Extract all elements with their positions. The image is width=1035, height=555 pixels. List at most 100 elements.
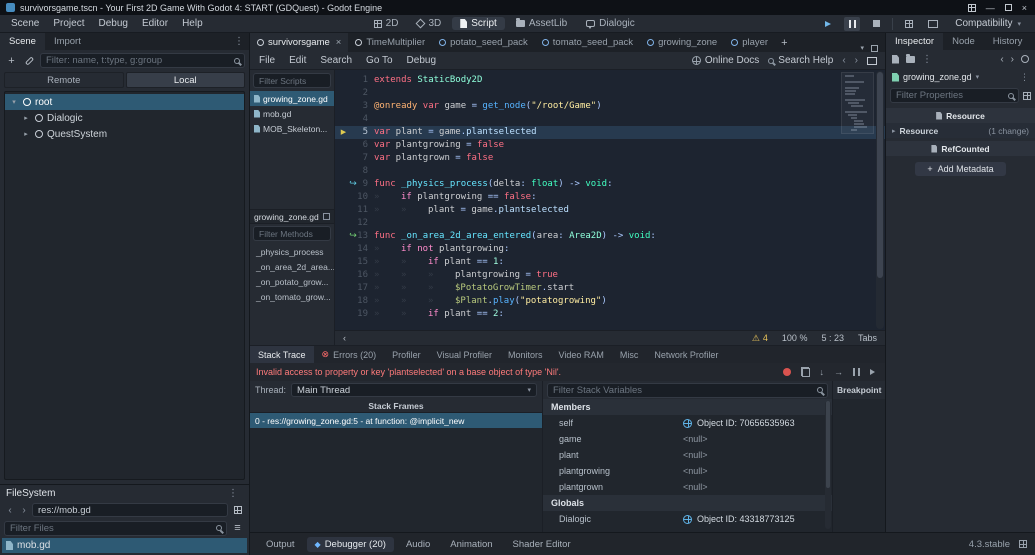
method-item-physics-process[interactable]: _physics_process — [250, 244, 334, 259]
close-tab-icon[interactable]: × — [336, 37, 342, 48]
tree-node-dialogic[interactable]: ▸ Dialogic — [5, 110, 244, 126]
file-sort-button[interactable]: ≡ — [230, 521, 245, 536]
search-help-button[interactable]: Search Help — [768, 55, 833, 66]
tree-node-questsystem[interactable]: ▸ QuestSystem — [5, 126, 244, 142]
menu-editor[interactable]: Editor — [135, 18, 175, 29]
menu-debug[interactable]: Debug — [91, 18, 134, 29]
debugger-tab-visual-profiler[interactable]: Visual Profiler — [429, 346, 500, 363]
debugger-tab-profiler[interactable]: Profiler — [384, 346, 429, 363]
file-filter-input[interactable] — [4, 520, 227, 536]
bottom-panel-animation[interactable]: Animation — [442, 537, 500, 552]
script-forward-icon[interactable]: › — [855, 55, 858, 66]
code-line-19[interactable]: 19 »» if plant == 2: — [335, 308, 885, 321]
indent-mode[interactable]: Tabs — [858, 333, 877, 343]
resource-extra-icon[interactable]: ⋮ — [922, 54, 932, 65]
history-back-icon[interactable]: ‹ — [1000, 54, 1003, 65]
local-button[interactable]: Local — [125, 72, 245, 88]
script-item-mob-gd[interactable]: mob.gd — [250, 106, 334, 121]
instantiate-scene-button[interactable] — [22, 53, 37, 68]
inspector-tools-icon[interactable]: ⋮ — [1020, 72, 1029, 83]
scene-tab-growing-zone[interactable]: growing_zone — [640, 33, 724, 52]
method-item-on-tomato-grow[interactable]: _on_tomato_grow... — [250, 289, 334, 304]
expand-editor-icon[interactable] — [871, 44, 878, 52]
scene-tab-timemultiplier[interactable]: TimeMultiplier — [348, 33, 432, 52]
workspace-script[interactable]: Script — [452, 17, 505, 30]
workspace-dialogic[interactable]: Dialogic — [578, 17, 643, 30]
code-line-1[interactable]: 1 extends StaticBody2D — [335, 74, 885, 87]
remote-debug-button[interactable] — [901, 17, 917, 31]
bottom-panel-audio[interactable]: Audio — [398, 537, 438, 552]
expand-icon[interactable]: ▸ — [21, 130, 31, 138]
script-menu-file[interactable]: File — [252, 55, 282, 66]
variable-row-game[interactable]: game <null> — [543, 431, 832, 447]
bottom-panel-debugger-20[interactable]: ◆ Debugger (20) — [306, 536, 394, 552]
filter-stack-variables-input[interactable] — [547, 382, 828, 398]
code-line-9[interactable]: ↪ 9 func _physics_process(delta: float) ->… — [335, 178, 885, 191]
debugger-tab-stack-trace[interactable]: Stack Trace — [250, 346, 314, 363]
dock-tab-import[interactable]: Import — [45, 33, 90, 50]
update-spinner-icon[interactable] — [1019, 540, 1027, 548]
script-item-mob-skeleton[interactable]: MOB_Skeleton... — [250, 121, 334, 136]
code-line-18[interactable]: 18 »»» $Plant.play("potatogrowing") — [335, 295, 885, 308]
warnings-badge[interactable]: ⚠ 4 — [752, 333, 768, 344]
new-resource-icon[interactable] — [892, 54, 899, 64]
code-line-2[interactable]: 2 — [335, 87, 885, 100]
filter-properties-input[interactable] — [890, 88, 1019, 103]
history-forward-icon[interactable]: › — [1011, 54, 1014, 65]
file-item-mob-gd[interactable]: mob.gd — [2, 538, 247, 553]
menu-project[interactable]: Project — [46, 18, 91, 29]
workspace-assetlib[interactable]: AssetLib — [508, 17, 575, 30]
code-line-12[interactable]: 12 — [335, 217, 885, 230]
collapse-icon[interactable]: ▾ — [9, 98, 19, 106]
close-window-button[interactable]: × — [1022, 3, 1027, 13]
bottom-panel-shader-editor[interactable]: Shader Editor — [505, 537, 579, 552]
step-over-button[interactable]: → — [834, 367, 843, 377]
thread-select[interactable]: Main Thread ▾ — [291, 383, 537, 397]
variable-row-dialogic[interactable]: Dialogic Object ID: 43318773125 — [543, 511, 832, 527]
code-editor[interactable]: 1 extends StaticBody2D 2 3 @onready var game… — [335, 70, 885, 330]
script-menu-debug[interactable]: Debug — [400, 55, 443, 66]
menu-help[interactable]: Help — [175, 18, 210, 29]
expand-icon[interactable]: ▸ — [21, 114, 31, 122]
method-item-on-potato-grow[interactable]: _on_potato_grow... — [250, 274, 334, 289]
debugger-tab-misc[interactable]: Misc — [612, 346, 647, 363]
code-line-8[interactable]: 8 — [335, 165, 885, 178]
filesystem-path[interactable]: res://mob.gd — [32, 503, 228, 517]
tree-node-root[interactable]: ▾ root — [5, 94, 244, 110]
scene-tab-tomato-seed-pack[interactable]: tomato_seed_pack — [535, 33, 640, 52]
code-line-4[interactable]: 4 — [335, 113, 885, 126]
scene-tab-potato-seed-pack[interactable]: potato_seed_pack — [432, 33, 535, 52]
minimize-button[interactable]: — — [986, 3, 995, 13]
code-line-11[interactable]: 11 »» plant = game.plantselected — [335, 204, 885, 217]
float-panel-icon[interactable] — [867, 56, 877, 65]
filesystem-menu-icon[interactable]: ⋮ — [223, 488, 243, 499]
skip-breakpoints-button[interactable] — [782, 368, 791, 376]
code-scrollbar[interactable] — [876, 71, 884, 329]
code-minimap[interactable] — [845, 75, 871, 132]
variable-row-plantgrown[interactable]: plantgrown <null> — [543, 479, 832, 495]
dock-tab-scene[interactable]: Scene — [0, 33, 45, 50]
script-back-icon[interactable]: ‹ — [842, 55, 845, 66]
stack-frame[interactable]: 0 - res://growing_zone.gd:5 - at functio… — [250, 413, 542, 428]
code-line-16[interactable]: 16 »»» plantgrowing = true — [335, 269, 885, 282]
add-metadata-button[interactable]: + Add Metadata — [915, 162, 1006, 176]
history-forward-icon[interactable]: › — [18, 505, 30, 516]
filter-options-icon[interactable] — [1023, 91, 1031, 100]
inspector-tab-inspector[interactable]: Inspector — [886, 33, 944, 50]
step-into-button[interactable]: ↓ — [820, 367, 825, 377]
online-docs-button[interactable]: Online Docs — [691, 55, 759, 66]
filter-methods-input[interactable] — [253, 226, 331, 241]
zoom-level[interactable]: 100 % — [782, 333, 808, 343]
load-resource-icon[interactable] — [906, 53, 915, 63]
debugger-tab-network-profiler[interactable]: Network Profiler — [646, 346, 726, 363]
continue-button[interactable] — [870, 369, 875, 375]
variable-row-plant[interactable]: plant <null> — [543, 447, 832, 463]
code-line-15[interactable]: 15 »» if plant == 1: — [335, 256, 885, 269]
maximize-button[interactable] — [1004, 4, 1012, 11]
bottom-panel-output[interactable]: Output — [258, 537, 303, 552]
object-icon[interactable] — [683, 514, 692, 524]
play-button[interactable] — [820, 17, 836, 31]
stop-button[interactable] — [868, 17, 884, 31]
debugger-tab-monitors[interactable]: Monitors — [500, 346, 551, 363]
pause-button[interactable] — [844, 16, 861, 31]
